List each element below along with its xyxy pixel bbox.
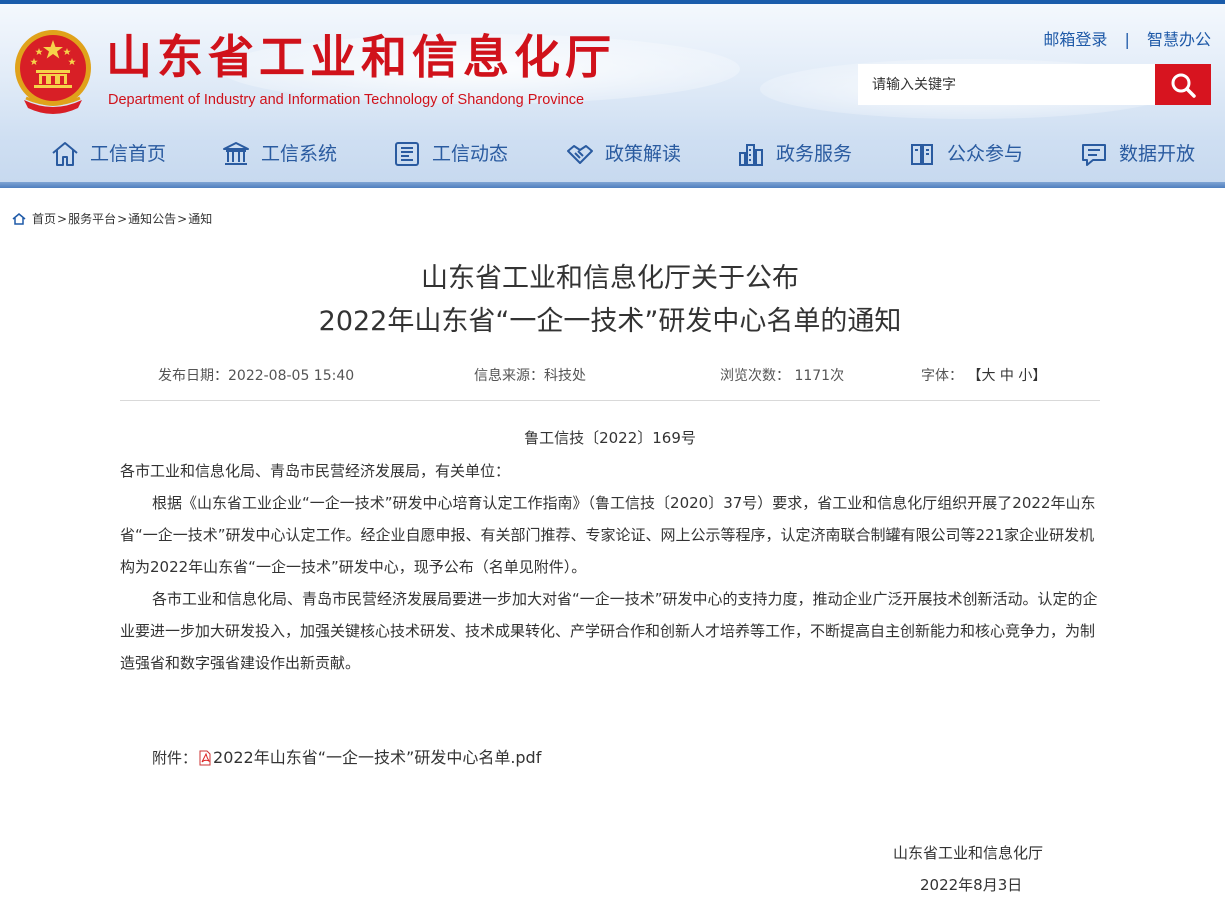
site-title: 山东省工业和信息化厅 [106,30,616,84]
link-separator: | [1124,30,1130,49]
nav-item-policy[interactable]: 政策解读 [565,130,681,178]
main-nav: 工信首页 工信系统 工信动态 政策解读 政务服务 公众参与 数据开放 [0,130,1225,178]
breadcrumb-notices[interactable]: 通知公告 [128,210,176,228]
attachment: 附件： 2022年山东省“一企一技术”研发中心名单.pdf [152,744,541,772]
search-icon [1171,73,1196,98]
search-button[interactable] [1155,64,1211,105]
document-number: 鲁工信技〔2022〕169号 [524,429,696,447]
nav-item-participation[interactable]: 公众参与 [907,130,1023,178]
header-bottom-band [0,182,1225,188]
paragraph-1: 根据《山东省工业企业“一企一技术”研发中心培育认定工作指南》（鲁工信技〔2020… [120,494,1096,576]
signature-org: 山东省工业和信息化厅 [893,844,1044,862]
recipients: 各市工业和信息化局、青岛市民营经济发展局，有关单位： [120,462,511,480]
search-input[interactable] [858,64,1156,105]
national-emblem-icon [15,30,91,114]
nav-label: 工信系统 [261,143,338,165]
home-icon [12,213,26,225]
breadcrumb-service-platform[interactable]: 服务平台 [68,210,116,228]
nav-item-news[interactable]: 工信动态 [392,130,508,178]
font-size-control: 字体： 【大 中 小】 [921,368,1047,384]
nav-item-system[interactable]: 工信系统 [221,130,337,178]
breadcrumb: 首页 > 服务平台 > 通知公告 > 通知 [12,210,212,228]
article-title-line1: 山东省工业和信息化厅关于公布 [421,263,799,294]
institution-icon [223,142,249,165]
mail-login-link[interactable]: 邮箱登录 [1043,30,1107,49]
news-icon [395,142,419,166]
pdf-icon [199,750,211,766]
nav-item-service[interactable]: 政务服务 [736,130,852,178]
paragraph-2: 各市工业和信息化局、青岛市民营经济发展局要进一步加大对省“一企一技术”研发中心的… [120,590,1098,672]
article-title-line2: 2022年山东省“一企一技术”研发中心名单的通知 [318,306,902,337]
book-icon [911,144,933,165]
meta-divider [120,400,1100,401]
signature-date: 2022年8月3日 [920,876,1023,894]
nav-label: 政务服务 [776,143,853,165]
nav-item-home[interactable]: 工信首页 [50,130,166,178]
info-source: 信息来源：科技处 [474,368,586,384]
nav-label: 公众参与 [947,143,1024,165]
nav-label: 工信首页 [90,143,167,165]
nav-item-data[interactable]: 数据开放 [1079,130,1195,178]
font-size-label: 字体： [921,368,963,384]
font-small-button[interactable]: 小 [1018,368,1032,384]
top-links: 邮箱登录 | 智慧办公 [1043,30,1211,50]
site-subtitle: Department of Industry and Information T… [108,92,585,108]
breadcrumb-home[interactable]: 首页 [32,210,56,228]
home-icon [52,142,78,166]
view-count: 浏览次数： 1171次 [720,368,845,384]
smart-office-link[interactable]: 智慧办公 [1147,30,1211,49]
nav-label: 政策解读 [605,143,682,165]
city-icon [739,144,763,166]
attachment-link[interactable]: 2022年山东省“一企一技术”研发中心名单.pdf [213,744,541,772]
attachment-label: 附件： [152,749,198,767]
handshake-icon [567,145,593,164]
nav-label: 数据开放 [1119,143,1196,165]
publish-date: 发布日期：2022-08-05 15:40 [158,368,355,384]
font-medium-button[interactable]: 中 [1000,368,1014,384]
breadcrumb-notice[interactable]: 通知 [188,210,212,228]
font-large-button[interactable]: 大 [981,368,995,384]
message-icon [1082,144,1106,166]
nav-label: 工信动态 [432,143,509,165]
